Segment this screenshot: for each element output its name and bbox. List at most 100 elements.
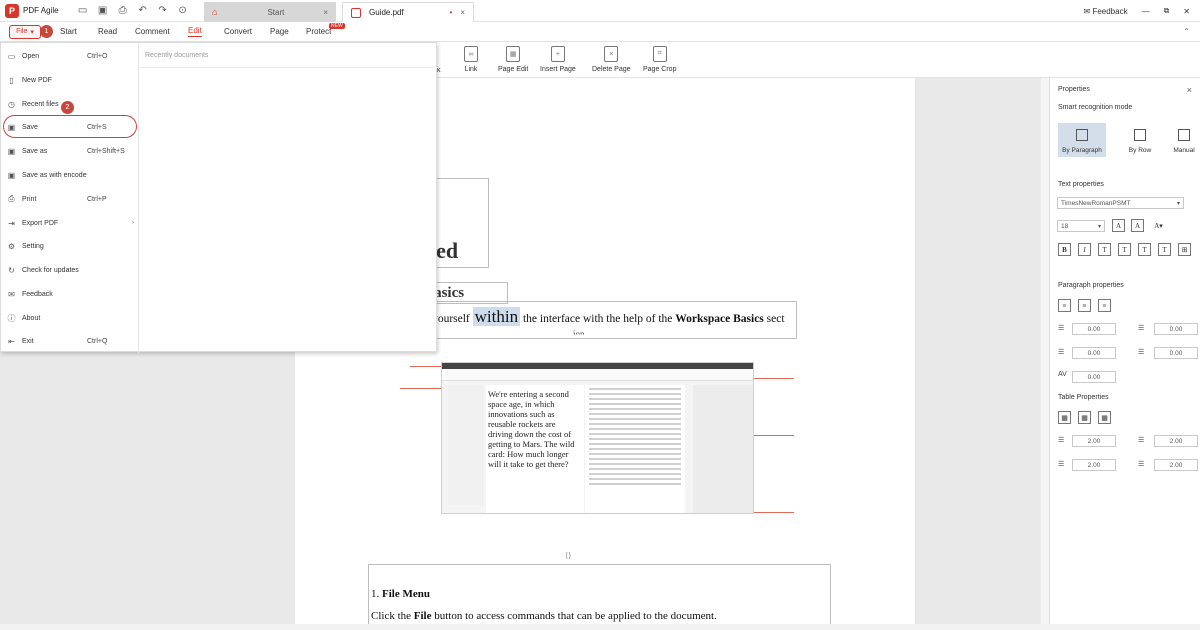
line-spacing-input[interactable]: 0.00: [1072, 323, 1116, 335]
file-menu-button[interactable]: File ▾: [9, 24, 41, 39]
mode-manual[interactable]: Manual: [1160, 123, 1200, 157]
decrease-font-button[interactable]: A: [1131, 219, 1144, 232]
title-bar: P PDF Agile ▭ ▣ ⎙ ↶ ↷ ⊙: [0, 0, 1200, 22]
strikethrough-button[interactable]: T: [1118, 243, 1131, 256]
page-edit-tool[interactable]: ▦ Page Edit: [498, 46, 528, 73]
partial-tool-label: k: [437, 67, 441, 74]
indent-left-input[interactable]: 0.00: [1154, 323, 1198, 335]
space-before-input[interactable]: 0.00: [1072, 347, 1116, 359]
file-menu-new-pdf[interactable]: ▯ New PDF: [1, 70, 139, 90]
file-menu-open[interactable]: ▭ Open Ctrl+O: [1, 46, 139, 66]
folder-icon: ▭: [7, 51, 16, 61]
screenshot-headline: We're entering a second space age, in wh…: [488, 389, 575, 469]
export-label: Export PDF: [22, 219, 59, 227]
intro-paragraph: t yourself within the interface with the…: [426, 307, 785, 327]
file-menu-print[interactable]: ⎙ Print Ctrl+P: [1, 189, 139, 209]
char-spacing-button[interactable]: ⊞: [1178, 243, 1191, 256]
paragraph-text-before: Click the: [371, 610, 414, 622]
space-after-icon: ☰: [1138, 349, 1145, 356]
about-label: About: [22, 314, 41, 322]
page-crop-tool[interactable]: ⌗ Page Crop: [643, 46, 676, 73]
superscript-button[interactable]: T: [1138, 243, 1151, 256]
font-size-value: 18: [1061, 222, 1069, 230]
selected-word: within: [472, 307, 521, 326]
underline-button[interactable]: T: [1098, 243, 1111, 256]
info-icon: ⓘ: [7, 313, 16, 323]
restore-button[interactable]: ⧉: [1164, 6, 1170, 16]
app-title: PDF Agile: [23, 6, 59, 15]
cell-margin-right-icon: ☰: [1138, 437, 1145, 444]
paragraph-text-after: button to access commands that can be ap…: [431, 610, 717, 622]
file-menu-save-as-encode[interactable]: ▣ Save as with encode: [1, 165, 139, 185]
font-color-button[interactable]: A▾: [1152, 219, 1165, 232]
link-tool[interactable]: ∞ Link: [464, 46, 478, 73]
file-menu-setting[interactable]: ⚙ Setting: [1, 236, 139, 256]
font-family-select[interactable]: TimesNewRomanPSMT ▾: [1057, 197, 1184, 209]
insert-page-tool[interactable]: + Insert Page: [540, 46, 576, 73]
paragraph-mode-icon: [1076, 129, 1088, 141]
italic-button[interactable]: I: [1078, 243, 1091, 256]
save-icon[interactable]: ▣: [97, 5, 109, 17]
tab-start[interactable]: ⌂ Start ×: [204, 2, 336, 22]
align-center-button[interactable]: ≡: [1078, 299, 1091, 312]
table-style-2-button[interactable]: ▦: [1078, 411, 1091, 424]
file-menu-check-updates[interactable]: ↻ Check for updates: [1, 260, 139, 280]
menu-page[interactable]: Page: [270, 27, 289, 36]
step-badge-2: 2: [61, 101, 74, 114]
text-properties-label: Text properties: [1058, 181, 1104, 188]
bold-button[interactable]: B: [1058, 243, 1071, 256]
file-menu-save-as[interactable]: ▣ Save as Ctrl+Shift+S: [1, 141, 139, 161]
font-size-select[interactable]: 18 ▾: [1057, 220, 1105, 232]
file-menu-feedback[interactable]: ✉ Feedback: [1, 284, 139, 304]
line-spacing-icon: ☰: [1058, 325, 1065, 332]
undo-icon[interactable]: ↶: [137, 5, 149, 17]
subscript-button[interactable]: T: [1158, 243, 1171, 256]
annotation-line: [400, 388, 441, 389]
minimize-button[interactable]: —: [1142, 7, 1150, 16]
tab-guide-pdf[interactable]: Guide.pdf • ×: [342, 2, 474, 22]
insert-page-label: Insert Page: [540, 66, 576, 73]
close-icon[interactable]: ×: [1187, 85, 1192, 95]
cell-margin-left-input[interactable]: 2.00: [1072, 435, 1116, 447]
table-style-1-button[interactable]: ▦: [1058, 411, 1071, 424]
cell-margin-top-input[interactable]: 2.00: [1072, 459, 1116, 471]
embedded-screenshot[interactable]: We're entering a second space age, in wh…: [441, 362, 754, 514]
save-as-shortcut: Ctrl+Shift+S: [87, 147, 125, 155]
table-style-3-button[interactable]: ▦: [1098, 411, 1111, 424]
encode-icon: ▣: [7, 170, 16, 180]
menu-comment[interactable]: Comment: [135, 27, 170, 36]
close-window-button[interactable]: ✕: [1183, 7, 1190, 16]
chevron-down-icon: ▾: [1097, 223, 1101, 230]
menu-protect[interactable]: Protect: [306, 27, 331, 36]
file-menu-export-pdf[interactable]: ⇥ Export PDF ›: [1, 213, 139, 233]
feedback-button[interactable]: ✉ Feedback: [1084, 7, 1128, 16]
close-icon[interactable]: ×: [323, 8, 328, 17]
delete-page-icon: ×: [604, 46, 619, 62]
collapse-ribbon-icon[interactable]: ⌃: [1183, 27, 1190, 36]
align-right-button[interactable]: ≡: [1098, 299, 1111, 312]
vertical-scrollbar[interactable]: [1041, 78, 1049, 630]
menu-read[interactable]: Read: [98, 27, 117, 36]
print-icon[interactable]: ⎙: [117, 5, 129, 17]
customize-icon[interactable]: ⊙: [177, 5, 189, 17]
new-pdf-label: New PDF: [22, 76, 52, 84]
menu-convert[interactable]: Convert: [224, 27, 252, 36]
increase-font-button[interactable]: A: [1112, 219, 1125, 232]
close-icon[interactable]: ×: [460, 8, 465, 17]
menu-start[interactable]: Start: [60, 27, 77, 36]
menu-edit[interactable]: Edit: [188, 26, 202, 37]
char-spacing-input[interactable]: 0.00: [1072, 371, 1116, 383]
cell-margin-right-input[interactable]: 2.00: [1154, 435, 1198, 447]
align-left-button[interactable]: ≡: [1058, 299, 1071, 312]
redo-icon[interactable]: ↷: [157, 5, 169, 17]
delete-page-tool[interactable]: × Delete Page: [592, 46, 631, 73]
space-after-input[interactable]: 0.00: [1154, 347, 1198, 359]
file-menu-exit[interactable]: ⇤ Exit Ctrl+Q: [1, 331, 139, 351]
open-folder-icon[interactable]: ▭: [77, 5, 89, 17]
pdf-file-icon: [351, 7, 361, 18]
mode-by-row[interactable]: By Row: [1116, 123, 1164, 157]
intro-bold-text: Workspace Basics: [675, 313, 764, 325]
file-menu-about[interactable]: ⓘ About: [1, 308, 139, 328]
cell-margin-bottom-input[interactable]: 2.00: [1154, 459, 1198, 471]
mode-by-paragraph[interactable]: By Paragraph: [1058, 123, 1106, 157]
